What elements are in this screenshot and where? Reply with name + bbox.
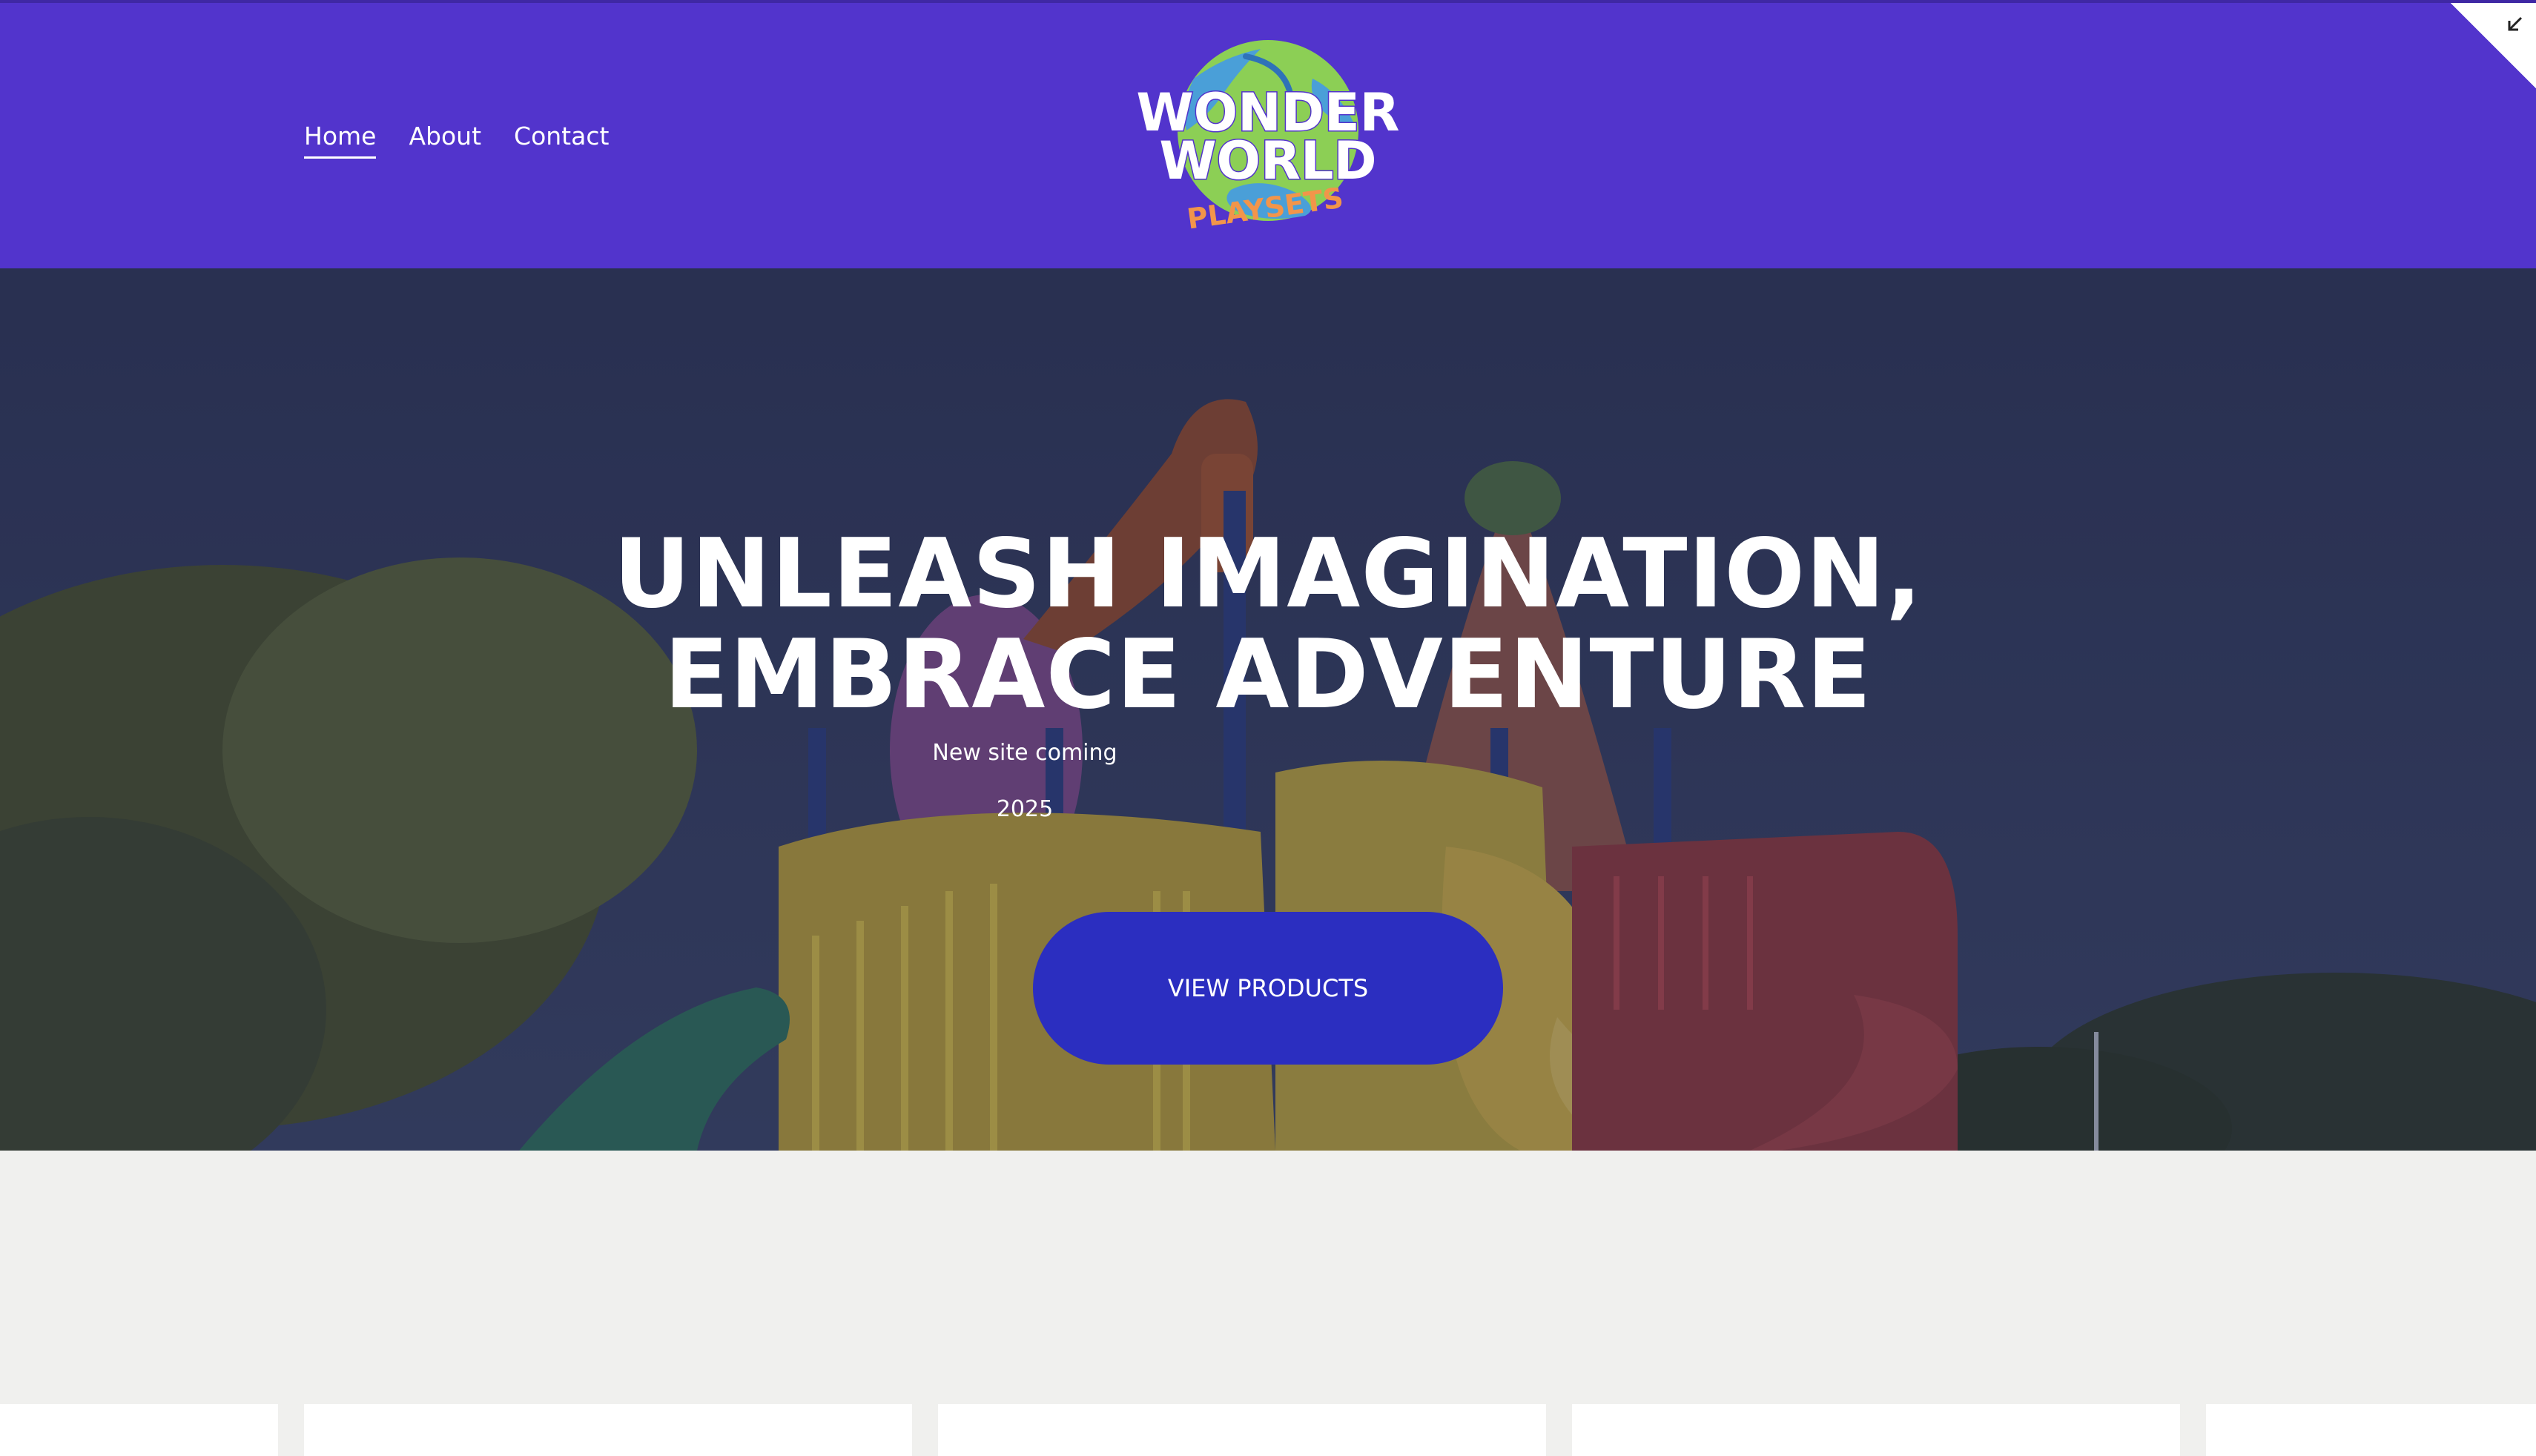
hero-title-line-1: UNLEASH IMAGINATION, [613,519,1923,629]
product-card-edge-left [0,1404,278,1456]
hero-year: 2025 [996,796,1054,822]
products-section [0,1151,2536,1456]
nav-about-link[interactable]: About [409,122,481,159]
hero-subtitle: New site coming [932,740,1117,766]
product-card-edge-right [2206,1404,2536,1456]
hero-section: UNLEASH IMAGINATION, EMBRACE ADVENTURE N… [0,268,2536,1151]
corner-collapse-button[interactable] [2451,3,2536,88]
view-products-button[interactable]: VIEW PRODUCTS [1033,912,1503,1065]
collapse-arrow-icon [2508,16,2523,31]
site-header: Home About Contact WONDER WORLD PLAYSETS [0,0,2536,268]
main-nav: Home About Contact [304,122,609,159]
hero-title-line-2: EMBRACE ADVENTURE [664,620,1872,730]
logo-line-2: WORLD [1159,130,1376,191]
site-logo[interactable]: WONDER WORLD PLAYSETS [1135,34,1401,242]
product-card[interactable] [304,1404,912,1456]
hero-title: UNLEASH IMAGINATION, EMBRACE ADVENTURE [0,524,2536,726]
product-card[interactable] [938,1404,1546,1456]
nav-contact-link[interactable]: Contact [514,122,609,159]
nav-home-link[interactable]: Home [304,122,377,159]
product-card[interactable] [1572,1404,2180,1456]
